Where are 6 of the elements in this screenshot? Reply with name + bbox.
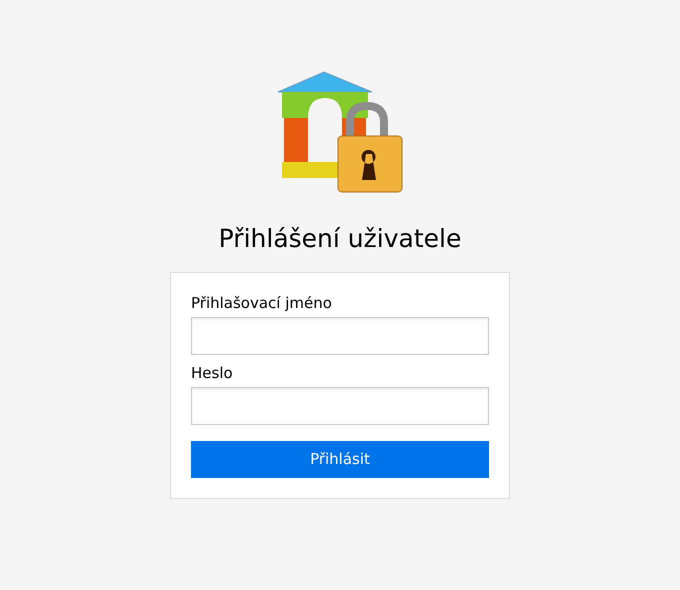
input-field[interactable] [191,316,489,354]
input-field[interactable] [191,386,489,424]
login-button[interactable]: Přihlásit [191,440,489,478]
field-label: Přihlašovací jméno [191,292,333,312]
field-label: Heslo [191,362,234,382]
page-title: Přihlášení uživatele [218,223,462,255]
